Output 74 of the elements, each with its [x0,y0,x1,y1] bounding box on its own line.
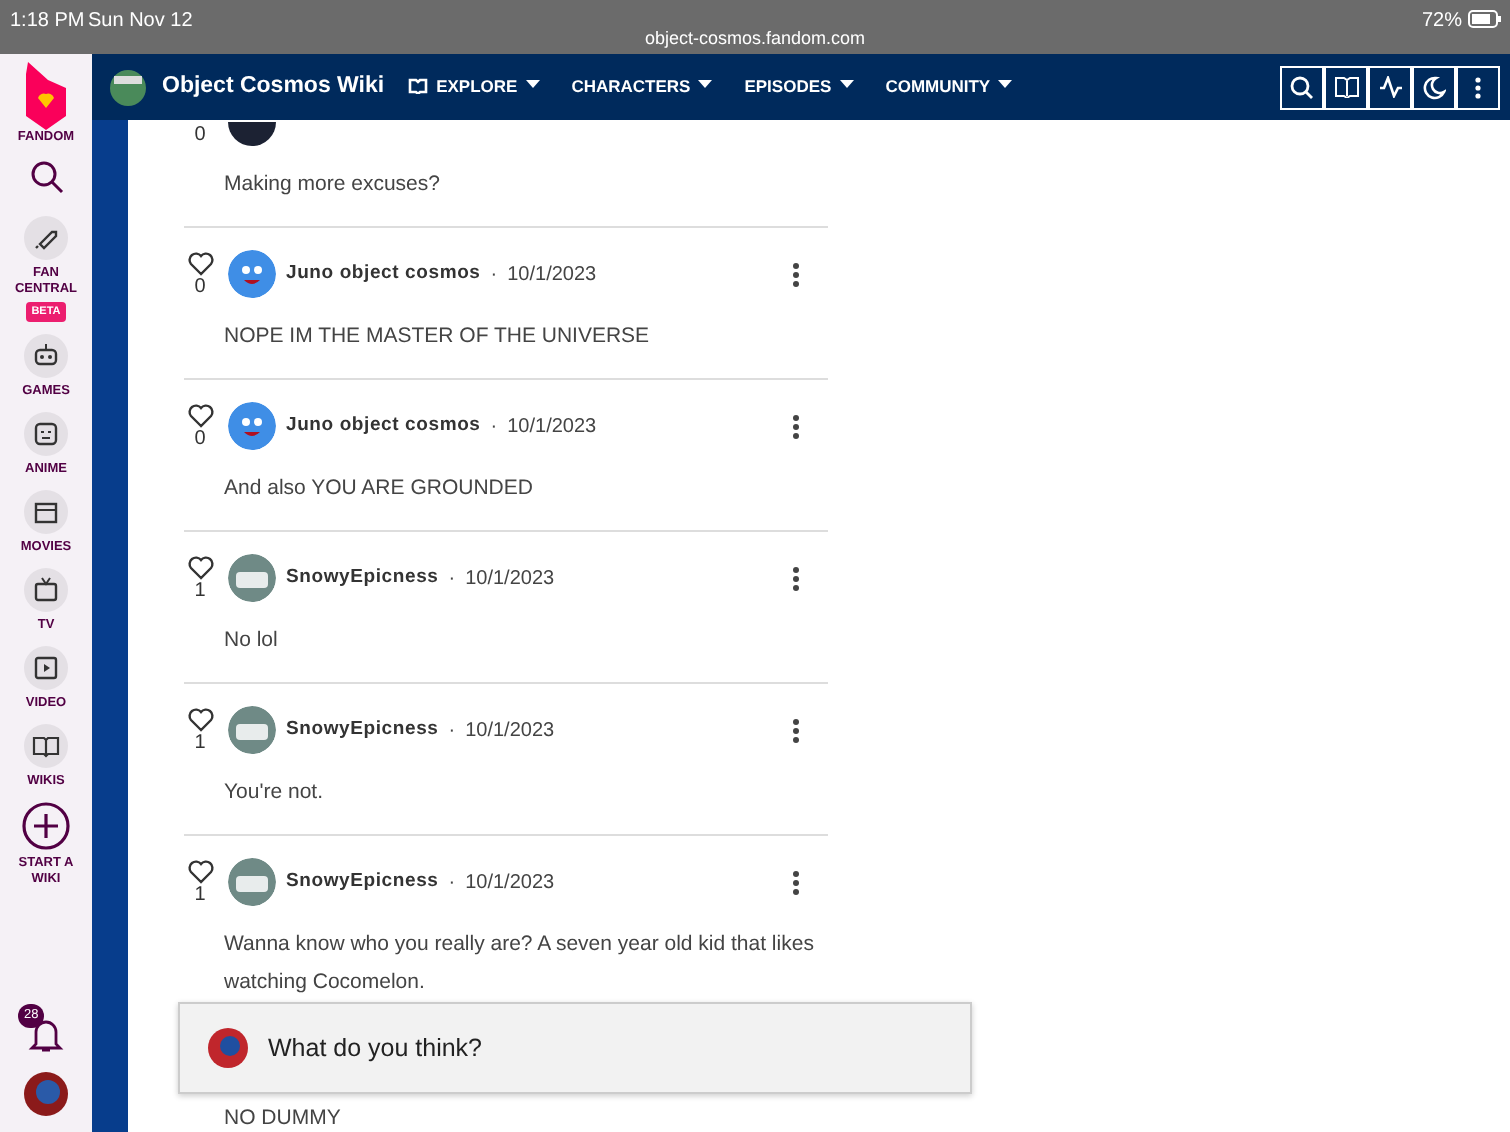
comment-text: And also YOU ARE GROUNDED [224,474,535,504]
comment-text: Making more excuses? [224,170,442,200]
like-count: 0 [194,124,206,146]
username[interactable]: SnowyEpicness [286,867,439,897]
comment-date: 10/1/2023 [507,261,597,289]
comment-date: 10/1/2023 [465,869,555,897]
username[interactable]: SnowyEpicness [286,715,439,745]
avatar-icon[interactable] [228,122,276,146]
more-icon[interactable] [791,717,799,743]
clapperboard-icon[interactable] [24,490,68,535]
activity-button[interactable] [1368,65,1412,109]
heart-icon[interactable] [187,859,213,883]
wiki-logo-icon[interactable] [108,67,148,107]
nav-menu[interactable]: EPISODES [744,74,854,100]
more-icon[interactable] [791,413,799,439]
wiki-title[interactable]: Object Cosmos Wiki [162,69,385,105]
username[interactable]: Juno object cosmos [286,411,481,441]
battery-icon [1468,10,1502,28]
separator-dot: · [490,261,498,289]
activity-icon [1377,76,1403,98]
comment-field[interactable]: What do you think? [178,1002,972,1094]
nav-menu[interactable]: CHARACTERS [571,74,713,100]
tv-icon[interactable] [24,568,68,613]
separator-dot: · [448,869,456,897]
avatar-icon [208,1028,248,1068]
play-icon[interactable] [24,646,68,691]
heart-icon[interactable] [187,251,213,275]
book-icon [408,78,429,95]
comment-text: NOPE IM THE MASTER OF THE UNIVERSE [224,322,652,352]
wiki-button[interactable] [1324,65,1368,109]
comment-text: You're not. [224,778,325,808]
book-icon[interactable] [24,724,68,769]
heart-icon[interactable] [187,555,213,579]
caret-icon [525,80,540,91]
caret-icon [698,80,713,91]
more-icon[interactable] [791,869,799,895]
comment-date: 10/1/2023 [507,413,597,441]
comment-input[interactable]: What do you think? [264,1027,970,1069]
more-icon[interactable] [791,261,799,287]
username[interactable]: Juno object cosmos [286,259,481,289]
nav-menu[interactable]: EXPLORE [408,74,540,100]
moon-icon [1422,75,1446,99]
caret-icon [998,80,1013,91]
like-count: 0 [194,427,206,449]
like-count: 1 [194,883,206,905]
search-button[interactable] [1280,65,1324,109]
comment-text: Wanna know who you really are? A seven year old kid that likes watching Cocomelon. [224,930,816,998]
username[interactable]: SnowyEpicness [286,563,439,593]
book-icon [1333,76,1359,98]
heart-icon[interactable] [187,707,213,731]
separator-dot: · [490,413,498,441]
nav-menu[interactable]: COMMUNITY [885,74,1013,100]
like-count: 0 [194,275,206,297]
plus-icon[interactable] [22,802,70,851]
avatar-icon[interactable] [24,1072,68,1116]
more-icon[interactable] [791,565,799,591]
like-count: 1 [194,579,206,601]
more-button[interactable] [1456,65,1500,109]
robot-icon[interactable] [24,334,68,379]
comment-date: 10/1/2023 [465,565,555,593]
heart-icon[interactable] [187,403,213,427]
comment-text: NO DUMMY [224,1106,343,1132]
more-icon [1474,75,1482,99]
comment-date: 10/1/2023 [465,717,555,745]
fandom-logo-icon[interactable] [22,62,70,130]
separator-dot: · [448,717,456,745]
face-icon[interactable] [24,412,68,457]
caret-icon [839,80,854,91]
separator-dot: · [448,565,456,593]
comment-text: No lol [224,626,280,656]
like-count: 1 [194,731,206,753]
search-icon[interactable] [29,160,63,194]
search-icon [1290,75,1314,99]
theme-button[interactable] [1412,65,1456,109]
